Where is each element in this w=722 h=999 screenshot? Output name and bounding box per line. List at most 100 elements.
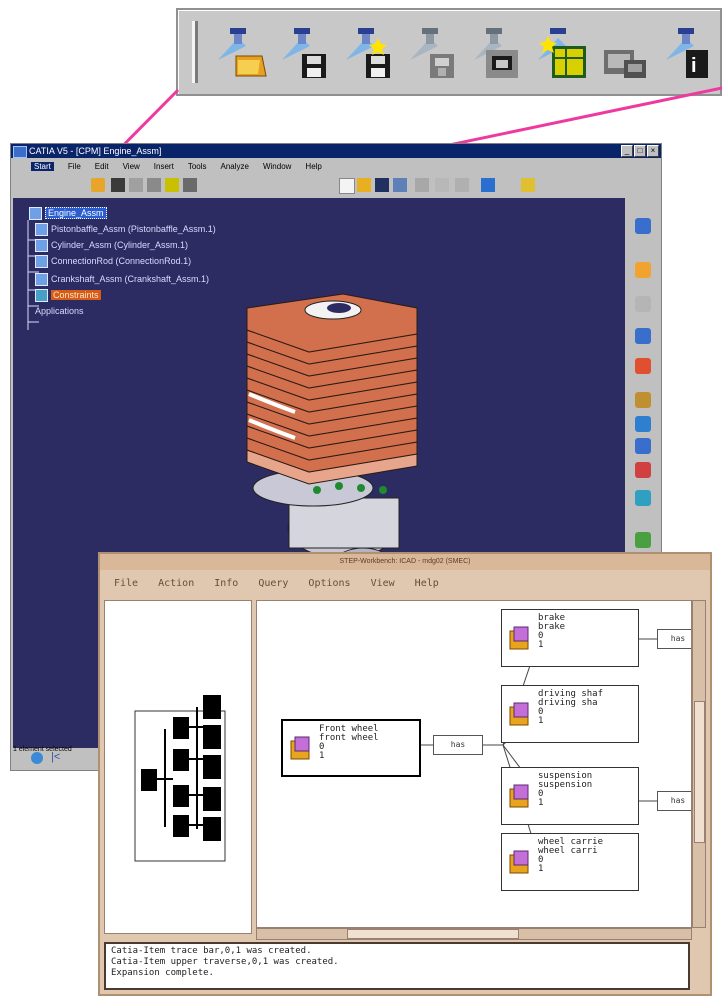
- close-button[interactable]: ×: [647, 145, 659, 157]
- help-icon[interactable]: [521, 178, 535, 192]
- schema-menubar: File Action Info Query Options View Help: [100, 570, 710, 596]
- new-document-icon[interactable]: [536, 20, 588, 84]
- schema-title: STEP-Workbench: ICAD - mdg02 (SMEC): [100, 554, 710, 570]
- catia-menubar: Start File Edit View Insert Tools Analyz…: [11, 158, 661, 174]
- status-text: 1 element selected: [13, 746, 72, 753]
- tree-node-pistonbaffle[interactable]: Pistonbaffle_Assm (Pistonbaffle_Assm.1): [35, 222, 216, 237]
- constraints-icon: [35, 289, 48, 303]
- manipulation-icon[interactable]: [635, 416, 651, 432]
- schema-menu-action[interactable]: Action: [158, 578, 194, 589]
- export-icon[interactable]: [408, 20, 460, 84]
- small-open-icon[interactable]: [91, 178, 105, 192]
- catia-title: CATIA V5 - [CPM] Engine_Assm]: [29, 146, 162, 156]
- toolbar-grip: [192, 21, 198, 83]
- menu-start[interactable]: Start: [31, 161, 54, 171]
- disk-icon[interactable]: [375, 178, 389, 192]
- fix-icon[interactable]: [635, 532, 651, 548]
- new-save-icon[interactable]: [344, 20, 396, 84]
- entity-icon: [509, 626, 529, 650]
- save-as-icon[interactable]: [472, 20, 524, 84]
- tree-node-constraints[interactable]: Constraints: [35, 288, 101, 303]
- svg-text:i: i: [691, 55, 697, 77]
- small-properties-icon[interactable]: [183, 178, 197, 192]
- paste-icon[interactable]: [455, 178, 469, 192]
- entity-icon: [509, 850, 529, 874]
- component-icon: [35, 239, 48, 253]
- schema-menu-view[interactable]: View: [371, 578, 395, 589]
- menu-tools[interactable]: Tools: [188, 162, 207, 171]
- menu-edit[interactable]: Edit: [95, 162, 109, 171]
- overview-pane[interactable]: [104, 600, 252, 934]
- catia-titlebar: CATIA V5 - [CPM] Engine_Assm] _ □ ×: [11, 144, 661, 158]
- tree-node-root[interactable]: Engine_Assm: [29, 206, 107, 221]
- print-icon[interactable]: [393, 178, 407, 192]
- catia-logo-icon: [13, 146, 27, 158]
- graph-node-suspension[interactable]: suspension suspension 0 1: [501, 767, 639, 825]
- graph-tree-icon[interactable]: [635, 358, 651, 374]
- cut-icon[interactable]: [415, 178, 429, 192]
- new-component-icon[interactable]: [635, 262, 651, 278]
- undo-icon[interactable]: [481, 178, 495, 192]
- schema-menu-info[interactable]: Info: [214, 578, 238, 589]
- maximize-button[interactable]: □: [634, 145, 646, 157]
- tree-node-cylinder[interactable]: Cylinder_Assm (Cylinder_Assm.1): [35, 238, 188, 253]
- generate-numbering-icon[interactable]: [635, 392, 651, 408]
- properties-icon[interactable]: i: [664, 20, 716, 84]
- graph-node-front-wheel[interactable]: Front wheel front wheel 0 1: [281, 719, 421, 777]
- overview-minimap: [134, 695, 226, 862]
- has-relation-label-brake: has: [657, 629, 691, 649]
- tree-node-connectionrod[interactable]: ConnectionRod (ConnectionRod.1): [35, 254, 191, 269]
- existing-component-icon[interactable]: [635, 296, 651, 312]
- entity-icon: [509, 784, 529, 808]
- has-relation-label-suspension: has: [657, 791, 691, 811]
- small-save-icon[interactable]: [111, 178, 125, 192]
- entity-icon: [290, 736, 310, 760]
- magnified-toolbar: i: [176, 8, 722, 96]
- schema-menu-help[interactable]: Help: [415, 578, 439, 589]
- snap-icon[interactable]: [635, 438, 651, 454]
- menu-insert[interactable]: Insert: [154, 162, 174, 171]
- horizontal-scroll-thumb[interactable]: [347, 929, 519, 939]
- copy-view-icon[interactable]: [600, 20, 652, 84]
- schema-menu-options[interactable]: Options: [308, 578, 350, 589]
- save-icon[interactable]: [280, 20, 332, 84]
- vertical-scroll-thumb[interactable]: [694, 701, 705, 843]
- small-new-icon[interactable]: [165, 178, 179, 192]
- small-export-icon[interactable]: [129, 178, 143, 192]
- schema-menu-file[interactable]: File: [114, 578, 138, 589]
- product-icon: [29, 207, 42, 221]
- component-icon: [35, 223, 48, 237]
- console-line: Expansion complete.: [111, 968, 214, 978]
- has-relation-label: has: [433, 735, 483, 755]
- graph-node-driving-shaft[interactable]: driving shaf driving sha 0 1: [501, 685, 639, 743]
- menu-help[interactable]: Help: [305, 162, 321, 171]
- component-icon: [35, 273, 48, 287]
- tree-node-crankshaft[interactable]: Crankshaft_Assm (Crankshaft_Assm.1): [35, 272, 209, 287]
- compass-icon[interactable]: [31, 752, 43, 764]
- menu-window[interactable]: Window: [263, 162, 291, 171]
- constraint-icon[interactable]: [635, 490, 651, 506]
- folder-icon[interactable]: [357, 178, 371, 192]
- console-line: Catia-Item trace bar,0,1 was created.: [111, 946, 312, 956]
- schema-menu-query[interactable]: Query: [258, 578, 288, 589]
- vertical-scrollbar[interactable]: [692, 600, 706, 928]
- menu-analyze[interactable]: Analyze: [221, 162, 249, 171]
- message-console: Catia-Item trace bar,0,1 was created. Ca…: [104, 942, 690, 990]
- workbench-icon[interactable]: [635, 218, 651, 234]
- graph-node-wheel-carrier[interactable]: wheel carrie wheel carri 0 1: [501, 833, 639, 891]
- graph-node-brake[interactable]: brake brake 0 1: [501, 609, 639, 667]
- new-icon[interactable]: [339, 178, 355, 194]
- tree-node-applications[interactable]: Applications: [35, 304, 84, 318]
- open-icon[interactable]: [216, 20, 268, 84]
- entity-icon: [509, 702, 529, 726]
- catia-toolbar: [11, 174, 661, 196]
- minimize-button[interactable]: _: [621, 145, 633, 157]
- schema-graph-pane[interactable]: Front wheel front wheel 0 1 has brake br…: [256, 600, 692, 928]
- menu-file[interactable]: File: [68, 162, 81, 171]
- horizontal-scrollbar[interactable]: [256, 928, 692, 940]
- explode-icon[interactable]: [635, 462, 651, 478]
- copy-icon[interactable]: [435, 178, 449, 192]
- small-saveas-icon[interactable]: [147, 178, 161, 192]
- replace-component-icon[interactable]: [635, 328, 651, 344]
- menu-view[interactable]: View: [123, 162, 140, 171]
